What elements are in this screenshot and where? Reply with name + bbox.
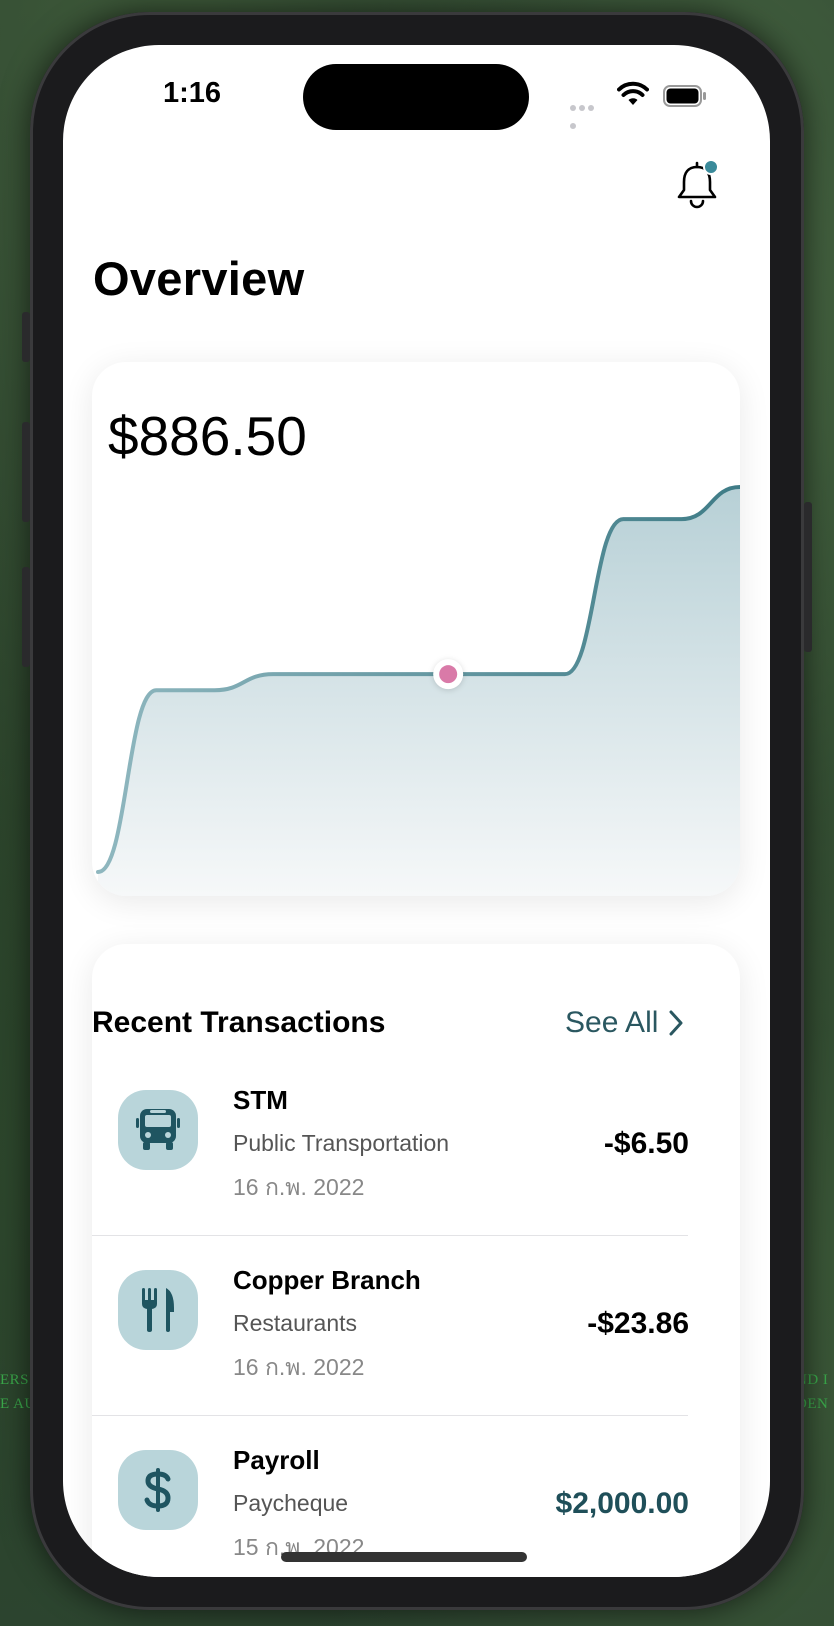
notification-bell-icon[interactable] <box>673 157 721 211</box>
bus-icon <box>118 1090 198 1170</box>
mute-switch <box>22 312 30 362</box>
status-bar: 1:16 <box>63 45 770 145</box>
power-button <box>804 502 812 652</box>
transaction-name: Payroll <box>233 1445 320 1475</box>
chart-highlight-point[interactable] <box>439 665 458 684</box>
divider <box>92 1235 688 1236</box>
balance-amount: $886.50 <box>108 405 307 467</box>
battery-icon <box>663 85 706 107</box>
transaction-amount: $2,000.00 <box>555 1487 689 1520</box>
page-title: Overview <box>93 252 305 305</box>
status-time: 1:16 <box>163 77 222 109</box>
transaction-date: 16 ก.พ. 2022 <box>233 1354 365 1380</box>
app-screen: 1:16 Overview $886.50 Recent Transaction… <box>63 45 770 1577</box>
notification-badge <box>703 159 719 175</box>
fork-knife-icon <box>118 1270 198 1350</box>
transaction-name: Copper Branch <box>233 1265 421 1295</box>
transaction-row[interactable]: STM Public Transportation 16 ก.พ. 2022 -… <box>93 1085 689 1235</box>
cellular-signal-icon <box>570 98 604 129</box>
see-all-label: See All <box>565 1006 659 1039</box>
home-indicator <box>281 1552 527 1562</box>
transaction-name: STM <box>233 1085 288 1115</box>
transaction-category: Public Transportation <box>233 1130 450 1156</box>
transactions-title: Recent Transactions <box>92 1006 386 1039</box>
dollar-icon <box>118 1450 198 1530</box>
transaction-row[interactable]: Copper Branch Restaurants 16 ก.พ. 2022 -… <box>93 1265 689 1415</box>
wifi-icon <box>617 81 649 105</box>
volume-up-button <box>22 422 30 522</box>
transaction-date: 16 ก.พ. 2022 <box>233 1174 365 1200</box>
transaction-category: Paycheque <box>233 1490 349 1516</box>
transaction-category: Restaurants <box>233 1310 358 1336</box>
volume-down-button <box>22 567 30 667</box>
chevron-right-icon <box>669 1010 683 1036</box>
divider <box>92 1415 688 1416</box>
dynamic-island <box>303 64 529 130</box>
transaction-amount: -$23.86 <box>587 1307 689 1340</box>
balance-card: $886.50 <box>92 362 740 896</box>
transaction-amount: -$6.50 <box>603 1127 689 1160</box>
see-all-button[interactable]: See All <box>565 1006 684 1040</box>
